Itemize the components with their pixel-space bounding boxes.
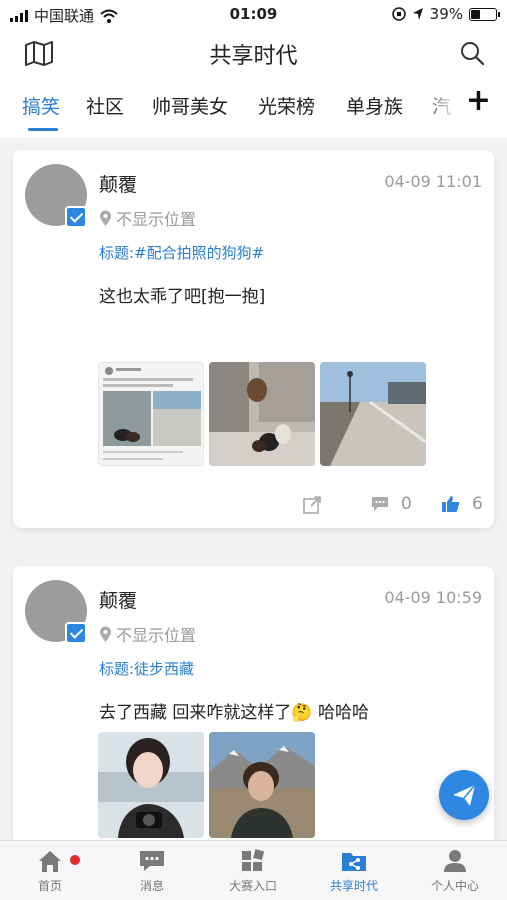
tab-shequ[interactable]: 社区 <box>86 92 124 119</box>
app-header: 共享时代 <box>0 28 507 76</box>
like-count: 6 <box>472 494 483 514</box>
comment-count: 0 <box>401 494 412 514</box>
post-image-street[interactable] <box>320 362 426 466</box>
verified-badge-icon <box>65 622 87 644</box>
portrait-photo <box>98 732 204 838</box>
nav-contest[interactable]: 大赛入口 <box>203 849 303 894</box>
nav-home[interactable]: 首页 <box>0 849 100 894</box>
nav-share-era-label: 共享时代 <box>329 879 378 893</box>
post-username[interactable]: 颠覆 <box>99 170 137 197</box>
tab-guangrongbang[interactable]: 光荣榜 <box>258 92 315 119</box>
nav-contest-label: 大赛入口 <box>228 879 277 893</box>
location-pin-icon <box>100 626 111 642</box>
street-photo <box>320 362 426 466</box>
post-image-screenshot[interactable] <box>98 362 204 466</box>
grid-icon <box>242 849 265 871</box>
like-action[interactable]: 6 <box>441 494 483 514</box>
post-image-portrait-1[interactable] <box>98 732 204 838</box>
share-action[interactable] <box>303 496 321 514</box>
category-tabs: 搞笑 社区 帅哥美女 光荣榜 单身族 汽 + <box>0 76 507 138</box>
dogs-photo <box>209 362 315 466</box>
comment-icon <box>372 497 388 511</box>
active-tab-indicator <box>28 128 58 131</box>
share-folder-icon <box>342 853 366 871</box>
battery-percent: 39% <box>429 5 463 23</box>
tweet-screenshot-image <box>103 367 201 460</box>
location-arrow-icon <box>412 8 423 20</box>
tab-fade <box>420 84 458 124</box>
orientation-lock-icon <box>391 7 406 21</box>
battery-level <box>471 9 480 19</box>
post-location: 不显示位置 <box>99 622 196 646</box>
thumbs-up-icon <box>442 496 460 512</box>
home-icon <box>39 851 61 872</box>
nav-home-label: 首页 <box>37 879 62 893</box>
post-card[interactable]: 颠覆 04-09 10:59 不显示位置 标题:徒步西藏 去了西藏 回来咋就这样… <box>13 566 494 846</box>
message-icon <box>140 851 164 871</box>
battery-icon <box>469 7 500 21</box>
tab-danshenzu[interactable]: 单身族 <box>346 92 403 119</box>
tab-shuaige-meinv[interactable]: 帅哥美女 <box>152 92 228 119</box>
location-label: 不显示位置 <box>116 626 197 645</box>
post-image-portrait-2[interactable] <box>209 732 315 838</box>
post-topic[interactable]: 标题:徒步西藏 <box>99 658 194 679</box>
post-topic[interactable]: 标题:#配合拍照的狗狗# <box>99 242 264 263</box>
post-location: 不显示位置 <box>99 206 196 230</box>
person-icon <box>444 850 466 872</box>
tab-gaoxiao[interactable]: 搞笑 <box>22 92 60 119</box>
nav-messages-label: 消息 <box>139 879 164 893</box>
status-bar: 中国联通 01:09 39% <box>0 0 507 28</box>
post-text: 这也太乖了吧[抱一抱] <box>99 287 266 307</box>
nav-profile-label: 个人中心 <box>430 879 479 893</box>
send-icon <box>453 784 476 806</box>
publish-button[interactable] <box>439 770 489 820</box>
comment-action[interactable]: 0 <box>371 494 412 514</box>
location-label: 不显示位置 <box>116 210 197 229</box>
system-indicators: 39% <box>391 5 500 23</box>
post-text: 去了西藏 回来咋就这样了🤔 哈哈哈 <box>99 703 369 723</box>
verified-badge-icon <box>65 206 87 228</box>
search-icon[interactable] <box>459 40 485 66</box>
add-tab-button[interactable]: + <box>466 86 491 116</box>
location-pin-icon <box>100 210 111 226</box>
notification-dot <box>70 855 80 865</box>
tibet-photo <box>209 732 315 838</box>
post-time: 04-09 11:01 <box>384 172 482 191</box>
post-image-dogs[interactable] <box>209 362 315 466</box>
page-title: 共享时代 <box>209 44 298 69</box>
bottom-nav: 首页 消息 大赛入口 共享时代 个人中心 <box>0 840 507 900</box>
post-card[interactable]: 颠覆 04-09 11:01 不显示位置 标题:#配合拍照的狗狗# 这也太乖了吧… <box>13 150 494 528</box>
nav-messages[interactable]: 消息 <box>102 849 202 894</box>
nav-profile[interactable]: 个人中心 <box>405 849 505 894</box>
share-icon <box>303 496 321 514</box>
post-username[interactable]: 颠覆 <box>99 586 137 613</box>
nav-share-era[interactable]: 共享时代 <box>304 849 404 894</box>
post-time: 04-09 10:59 <box>384 588 482 607</box>
